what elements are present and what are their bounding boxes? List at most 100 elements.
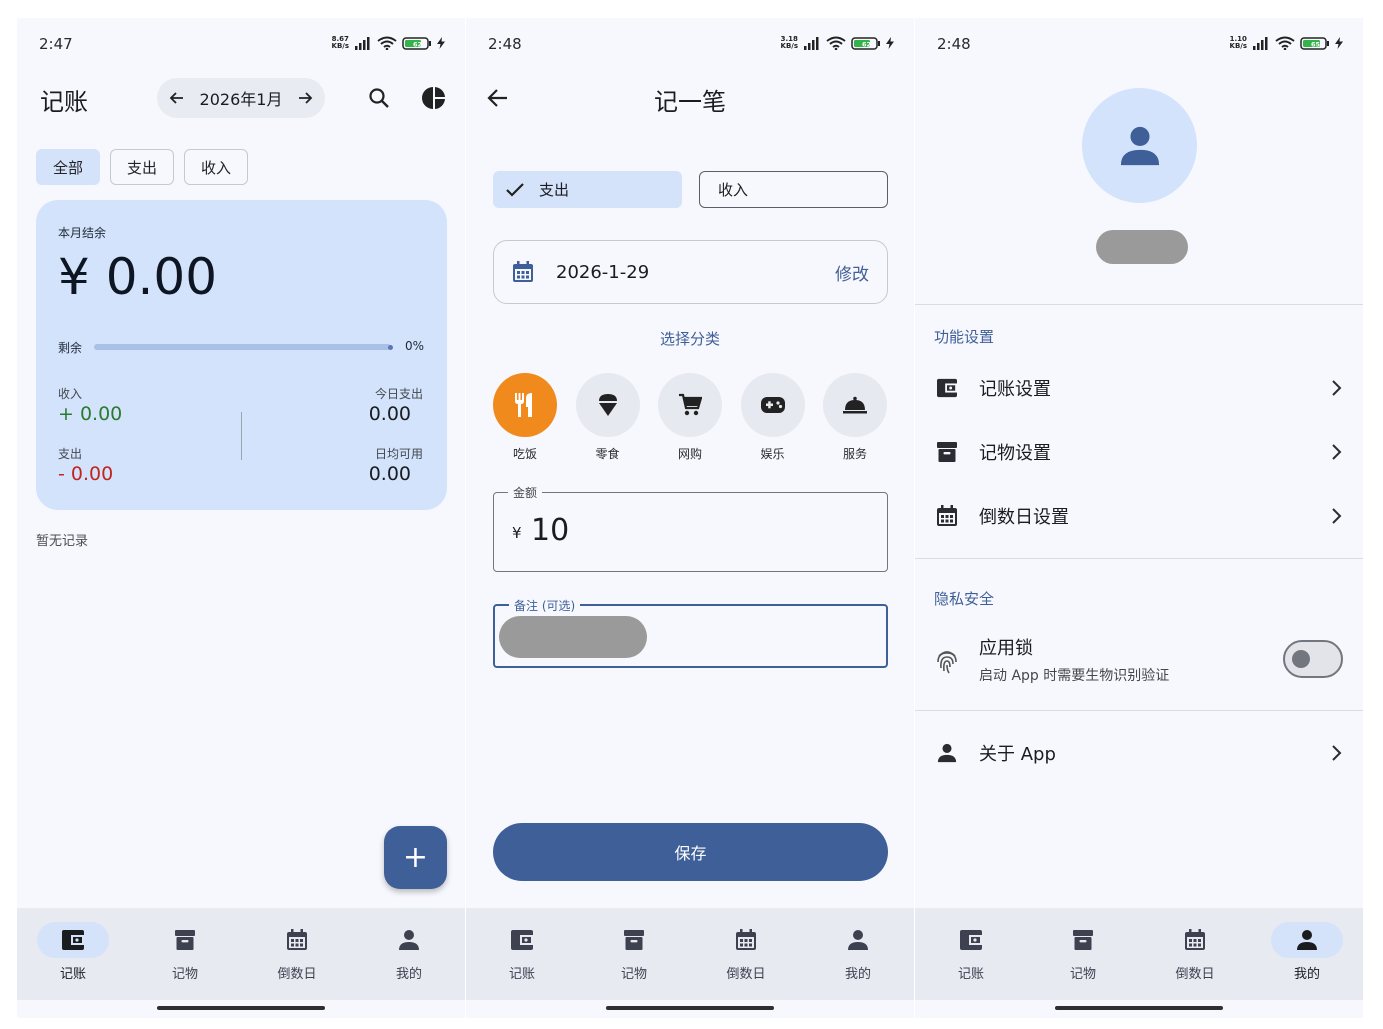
pie-chart-icon [422, 87, 445, 109]
arrow-right-icon[interactable] [297, 90, 313, 106]
nav-ledger[interactable]: 记账 [915, 908, 1027, 1000]
status-bar: 2:47 8.67 KB/s 62 [17, 18, 465, 70]
filter-expense[interactable]: 支出 [110, 149, 175, 185]
type-expense-button[interactable]: 支出 [493, 171, 682, 208]
category-shopping[interactable]: 网购 [658, 373, 722, 462]
amount-field[interactable]: 金额 ¥ 10 [493, 484, 888, 572]
svg-text:65: 65 [1311, 40, 1321, 48]
calendar-icon [736, 929, 756, 950]
app-lock-description: 启动 App 时需要生物识别验证 [979, 668, 1170, 684]
save-button[interactable]: 保存 [493, 823, 888, 881]
filter-income[interactable]: 收入 [184, 149, 249, 185]
profile-screen: 2:48 1.10 KB/s 65 功能设置 记账设置 记物设置 倒数日设置 隐私… [915, 18, 1363, 1018]
battery-icon: 62 [402, 36, 431, 50]
setting-items[interactable]: 记物设置 [915, 422, 1363, 482]
category-meal[interactable]: 吃饭 [493, 373, 557, 462]
arrow-left-icon[interactable] [169, 90, 185, 106]
category-snack-label: 零食 [595, 447, 620, 461]
archive-icon [937, 442, 957, 462]
currency-symbol: ¥ [512, 524, 522, 542]
check-icon [506, 182, 524, 197]
nav-ledger[interactable]: 记账 [466, 908, 578, 1000]
note-field[interactable]: 备注 (可选) [493, 597, 888, 668]
nav-me-label: 我的 [395, 967, 422, 982]
about-app[interactable]: 关于 App [915, 723, 1363, 783]
ice-cream-icon [598, 394, 617, 416]
category-service-label: 服务 [842, 447, 867, 461]
status-time: 2:48 [937, 35, 971, 53]
nav-me[interactable]: 我的 [802, 908, 914, 1000]
chevron-right-icon [1332, 508, 1342, 524]
nav-items-label: 记物 [171, 967, 198, 982]
signal-icon [355, 36, 370, 50]
battery-icon: 62 [851, 36, 880, 50]
chevron-right-icon [1332, 745, 1342, 761]
search-icon [369, 88, 389, 108]
nav-me-label: 我的 [844, 967, 871, 982]
nav-countdown[interactable]: 倒数日 [690, 908, 802, 1000]
search-button[interactable] [364, 83, 394, 113]
filter-all[interactable]: 全部 [36, 149, 101, 185]
today-expense-value: 0.00 [368, 403, 411, 425]
bottom-nav: 记账 记物 倒数日 我的 [466, 908, 914, 1000]
daily-available-label: 日均可用 [374, 447, 423, 461]
room-service-icon [843, 396, 867, 414]
nav-countdown[interactable]: 倒数日 [1139, 908, 1251, 1000]
category-snack[interactable]: 零食 [575, 373, 640, 462]
category-service[interactable]: 服务 [823, 373, 887, 462]
archive-icon [175, 930, 195, 950]
divider [915, 710, 1363, 711]
avatar[interactable] [1082, 88, 1197, 203]
type-expense-label: 支出 [539, 181, 570, 199]
nav-items[interactable]: 记物 [578, 908, 690, 1000]
nav-items[interactable]: 记物 [1027, 908, 1139, 1000]
calendar-icon [1185, 929, 1205, 950]
category-entertainment[interactable]: 娱乐 [740, 373, 805, 462]
add-record-button[interactable]: + [384, 826, 447, 889]
chevron-right-icon [1332, 380, 1342, 396]
app-lock-toggle[interactable] [1283, 640, 1343, 678]
wallet-icon [937, 378, 957, 398]
note-label: 备注 (可选) [509, 597, 581, 614]
balance-label: 本月结余 [58, 226, 107, 240]
nav-items-label: 记物 [1069, 967, 1096, 982]
person-icon [937, 743, 957, 763]
category-title: 选择分类 [659, 330, 720, 348]
date-field: 2026-1-29 修改 [493, 240, 888, 304]
about-app-label: 关于 App [979, 744, 1056, 765]
nav-countdown[interactable]: 倒数日 [241, 908, 353, 1000]
type-income-button[interactable]: 收入 [699, 171, 888, 208]
amount-value: 10 [531, 513, 570, 548]
nav-ledger[interactable]: 记账 [17, 908, 129, 1000]
category-entertainment-label: 娱乐 [760, 447, 785, 461]
bottom-nav: 记账 记物 倒数日 我的 [17, 908, 465, 1000]
expense-value: - 0.00 [58, 463, 114, 485]
wifi-icon [377, 36, 397, 50]
month-label[interactable]: 2026年1月 [200, 86, 283, 110]
setting-countdown[interactable]: 倒数日设置 [915, 486, 1363, 546]
nav-me[interactable]: 我的 [1251, 908, 1363, 1000]
today-expense-label: 今日支出 [374, 387, 423, 401]
date-edit-button[interactable]: 修改 [835, 260, 869, 285]
redacted-username [1096, 230, 1188, 264]
nav-me[interactable]: 我的 [353, 908, 465, 1000]
page-title: 记账 [40, 88, 88, 116]
daily-available-value: 0.00 [368, 463, 411, 485]
balance-value: ¥ 0.00 [58, 248, 218, 306]
fingerprint-icon [937, 651, 957, 674]
network-speed: 1.10 KB/s [1229, 35, 1247, 50]
signal-icon [1253, 36, 1268, 50]
gesture-bar [606, 1006, 774, 1010]
nav-items[interactable]: 记物 [129, 908, 241, 1000]
amount-label: 金额 [508, 484, 543, 501]
setting-ledger-label: 记账设置 [979, 379, 1051, 400]
wallet-icon [511, 930, 533, 950]
setting-countdown-label: 倒数日设置 [979, 507, 1069, 528]
setting-app-lock: 应用锁 启动 App 时需要生物识别验证 [935, 628, 1343, 692]
calendar-icon [287, 929, 307, 950]
statistics-button[interactable] [419, 83, 449, 113]
setting-ledger[interactable]: 记账设置 [915, 358, 1363, 418]
network-speed: 3.18 KB/s [780, 35, 798, 50]
svg-text:62: 62 [413, 40, 422, 48]
remain-percent: 0% [405, 339, 425, 353]
